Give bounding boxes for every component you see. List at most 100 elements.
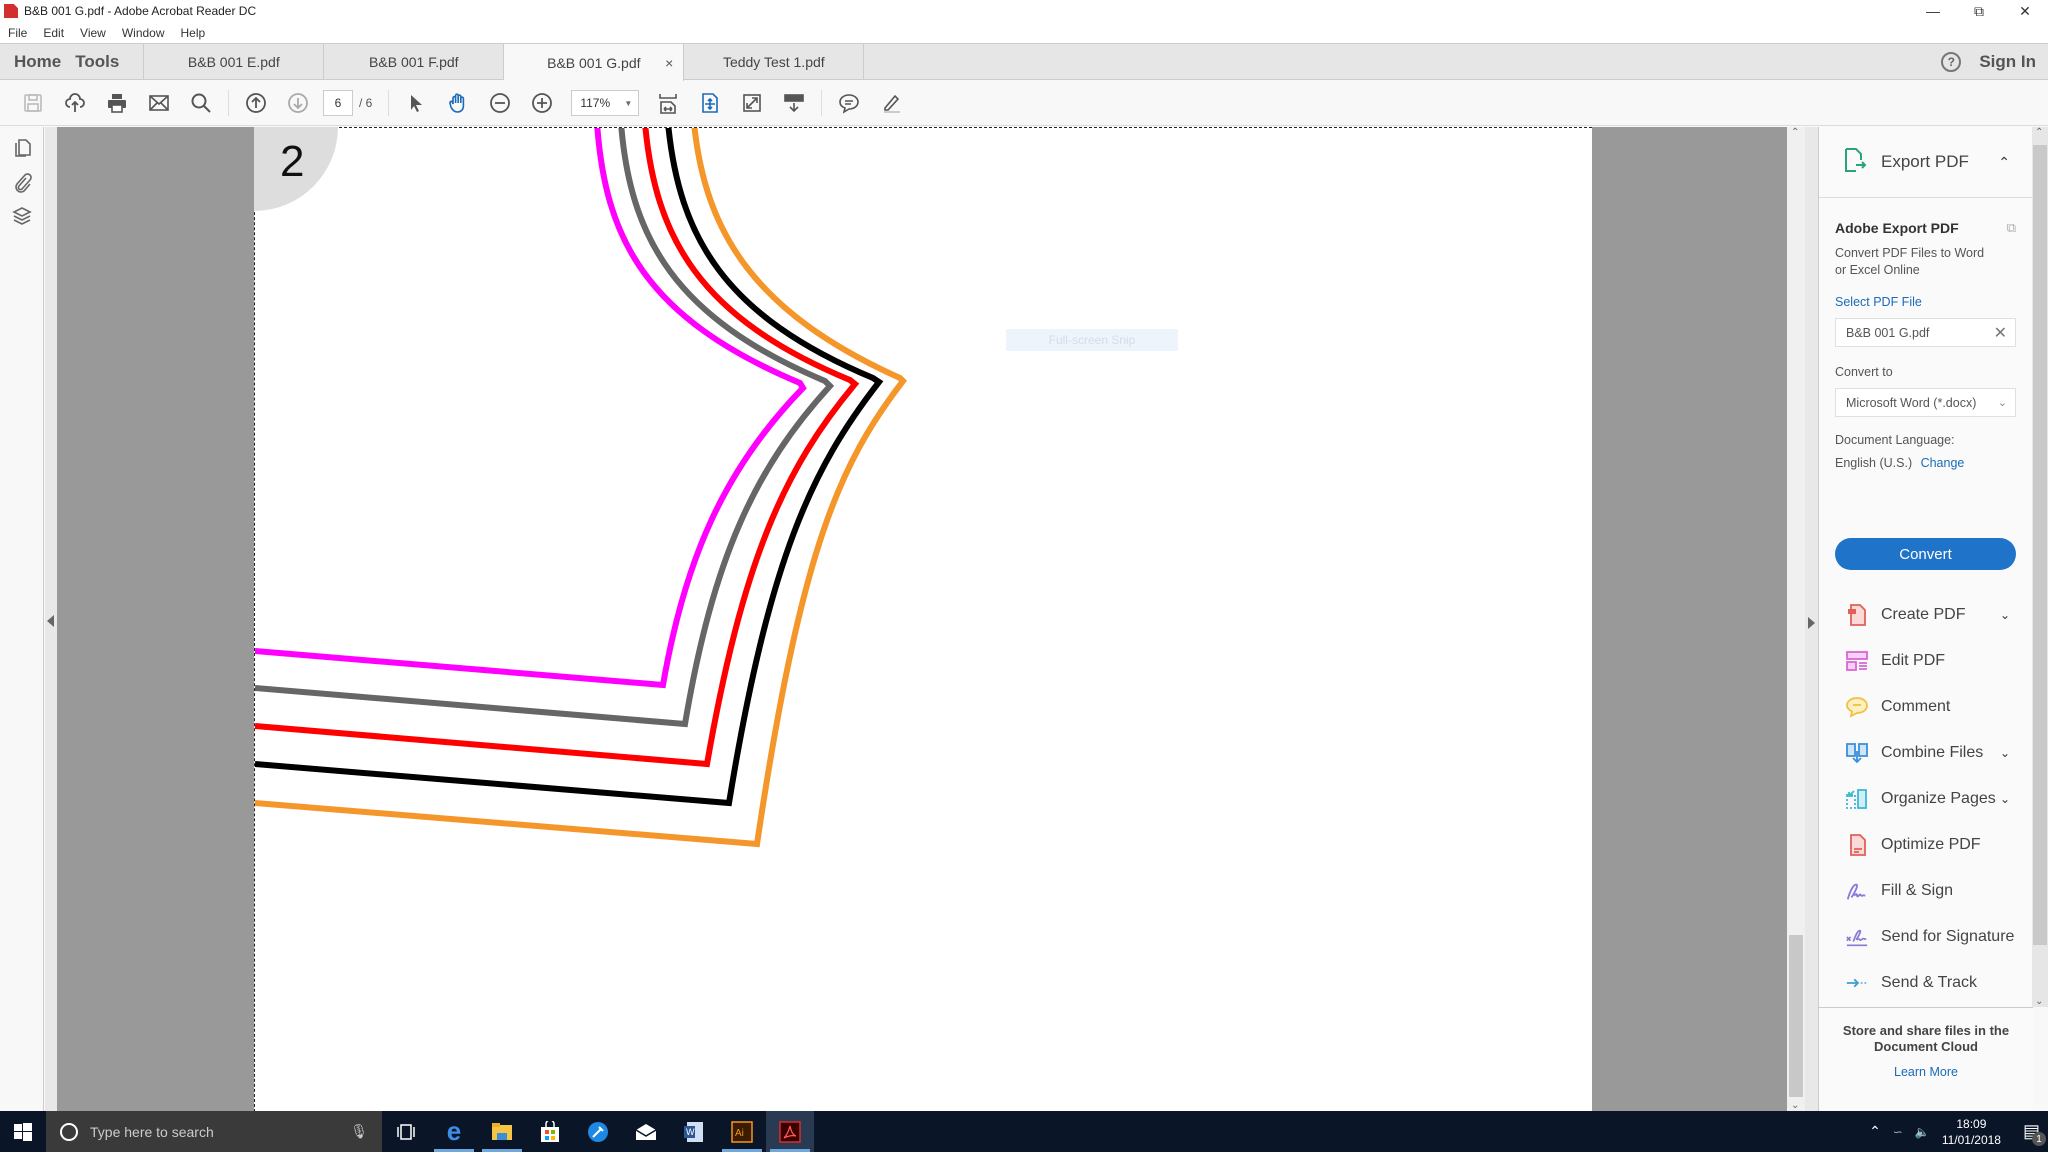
doc-tab-g[interactable]: B&B 001 G.pdf × (504, 44, 685, 82)
convert-button[interactable]: Convert (1835, 538, 2016, 570)
tab-home[interactable]: Home (0, 44, 68, 79)
tab-tools[interactable]: Tools (68, 44, 145, 79)
restore-button[interactable]: ⧉ (1956, 0, 2002, 22)
scroll-down-icon[interactable]: ⌄ (2035, 996, 2043, 1007)
taskbar-search-box[interactable]: Type here to search 🎙 (46, 1111, 382, 1152)
email-icon[interactable] (147, 91, 171, 115)
hand-tool-icon[interactable] (446, 91, 470, 115)
menu-edit[interactable]: Edit (35, 26, 72, 40)
tools-pane-scrollbar-thumb[interactable] (2033, 145, 2047, 945)
tool-organize-pages[interactable]: Organize Pages ⌄ (1819, 776, 2032, 822)
print-icon[interactable] (105, 91, 129, 115)
clear-file-icon[interactable]: ✕ (1994, 323, 2007, 343)
page-down-icon[interactable] (286, 91, 310, 115)
search-icon[interactable] (189, 91, 213, 115)
chevron-down-icon[interactable]: ⌄ (2000, 608, 2010, 622)
change-language-link[interactable]: Change (1921, 456, 1965, 470)
doc-tab-teddy[interactable]: Teddy Test 1.pdf (684, 44, 865, 79)
highlight-pen-icon[interactable] (879, 91, 903, 115)
convert-to-dropdown[interactable]: Microsoft Word (*.docx) ⌄ (1835, 388, 2016, 417)
outline-black (255, 128, 884, 807)
scroll-up-icon[interactable]: ⌃ (2035, 127, 2043, 138)
scroll-down-icon[interactable]: ⌄ (1791, 1100, 1799, 1111)
tool-send-for-signature[interactable]: Send for Signature (1819, 914, 2032, 960)
store-icon (541, 1120, 559, 1142)
document-scrollbar[interactable]: ⌃ ⌄ (1787, 127, 1805, 1111)
chevron-down-icon[interactable]: ⌄ (2000, 746, 2010, 760)
taskbar-file-explorer[interactable] (478, 1111, 526, 1152)
select-pointer-icon[interactable] (404, 91, 428, 115)
save-icon[interactable] (21, 91, 45, 115)
outline-red (255, 128, 860, 768)
action-center-icon[interactable]: ▤ 1 (2023, 1121, 2046, 1146)
upload-icon[interactable] (63, 91, 87, 115)
close-tab-icon[interactable]: × (665, 55, 673, 71)
export-pdf-header[interactable]: Export PDF ⌃ (1819, 127, 2032, 198)
read-mode-icon[interactable] (782, 91, 806, 115)
layers-icon[interactable] (10, 205, 34, 229)
doc-tab-label: B&B 001 E.pdf (187, 53, 280, 70)
start-button[interactable] (0, 1111, 46, 1152)
tool-optimize-pdf[interactable]: Optimize PDF (1819, 822, 2032, 868)
selected-file-name: B&B 001 G.pdf (1846, 325, 1930, 340)
tool-comment[interactable]: Comment (1819, 684, 2032, 730)
scrollbar-thumb[interactable] (1789, 935, 1803, 1097)
left-panel-toggle[interactable] (45, 127, 57, 1111)
help-icon[interactable]: ? (1941, 51, 1962, 72)
page-number-input[interactable]: 6 (323, 90, 353, 116)
chevron-down-icon[interactable]: ⌄ (2000, 792, 2010, 806)
cloud-document-icon[interactable]: ⧉ (2007, 220, 2016, 236)
scroll-up-icon[interactable]: ⌃ (1791, 127, 1799, 138)
collapse-left-arrow-icon (47, 615, 54, 627)
taskbar-mail[interactable] (622, 1111, 670, 1152)
zoom-level-dropdown[interactable]: 117% ▼ (571, 90, 640, 116)
tool-combine-files[interactable]: Combine Files ⌄ (1819, 730, 2032, 776)
full-screen-icon[interactable] (740, 91, 764, 115)
toolbar-separator (228, 90, 229, 116)
page-thumbnails-icon[interactable] (10, 137, 34, 161)
fit-page-icon[interactable] (656, 91, 680, 115)
document-viewer[interactable]: 2 Full-screen Snip (57, 127, 1787, 1111)
microphone-icon[interactable]: 🎙 (350, 1123, 368, 1140)
show-hidden-icons-chevron[interactable]: ⌃ (1869, 1123, 1881, 1140)
chevron-up-icon[interactable]: ⌃ (1998, 154, 2010, 171)
tool-send-track[interactable]: Send & Track (1819, 960, 2032, 1006)
menu-help[interactable]: Help (173, 26, 214, 40)
select-pdf-file-link[interactable]: Select PDF File (1835, 295, 1922, 309)
zoom-in-icon[interactable] (530, 91, 554, 115)
page-up-icon[interactable] (244, 91, 268, 115)
taskbar-word[interactable]: W (670, 1111, 718, 1152)
volume-icon[interactable]: 🔈 (1915, 1125, 1930, 1139)
export-pdf-title: Export PDF (1881, 152, 1969, 171)
attachments-icon[interactable] (10, 171, 34, 195)
sign-in-button[interactable]: Sign In (1979, 52, 2036, 72)
zoom-out-icon[interactable] (488, 91, 512, 115)
tools-pane-scrollbar[interactable]: ⌃ ⌄ (2032, 127, 2048, 1007)
tool-fill-sign[interactable]: Fill & Sign (1819, 868, 2032, 914)
scroll-mode-icon[interactable] (698, 91, 722, 115)
taskbar-acrobat[interactable] (766, 1111, 814, 1152)
taskbar-edge[interactable]: e (430, 1111, 478, 1152)
wifi-icon[interactable]: ∽ (1893, 1125, 1903, 1139)
taskbar-illustrator[interactable]: Ai (718, 1111, 766, 1152)
menu-file[interactable]: File (0, 26, 35, 40)
learn-more-link[interactable]: Learn More (1819, 1065, 2033, 1079)
menu-window[interactable]: Window (114, 26, 173, 40)
tool-label: Send for Signature (1881, 928, 2015, 945)
tool-edit-pdf[interactable]: Edit PDF (1819, 638, 2032, 684)
tool-create-pdf[interactable]: Create PDF ⌄ (1819, 592, 2032, 638)
task-view-icon (397, 1123, 415, 1140)
taskbar-store[interactable] (526, 1111, 574, 1152)
minimize-button[interactable]: — (1910, 0, 1956, 22)
right-panel-toggle[interactable] (1805, 127, 1818, 1111)
close-window-button[interactable]: ✕ (2002, 0, 2048, 22)
menu-view[interactable]: View (72, 26, 114, 40)
task-view-button[interactable] (382, 1111, 430, 1152)
outline-magenta (255, 128, 807, 689)
clock[interactable]: 18:09 11/01/2018 (1942, 1116, 2001, 1148)
comment-icon[interactable] (837, 91, 861, 115)
selected-file-field[interactable]: B&B 001 G.pdf ✕ (1835, 318, 2016, 347)
doc-tab-e[interactable]: B&B 001 E.pdf (144, 44, 325, 79)
taskbar-app-blue[interactable] (574, 1111, 622, 1152)
doc-tab-f[interactable]: B&B 001 F.pdf (324, 44, 505, 79)
